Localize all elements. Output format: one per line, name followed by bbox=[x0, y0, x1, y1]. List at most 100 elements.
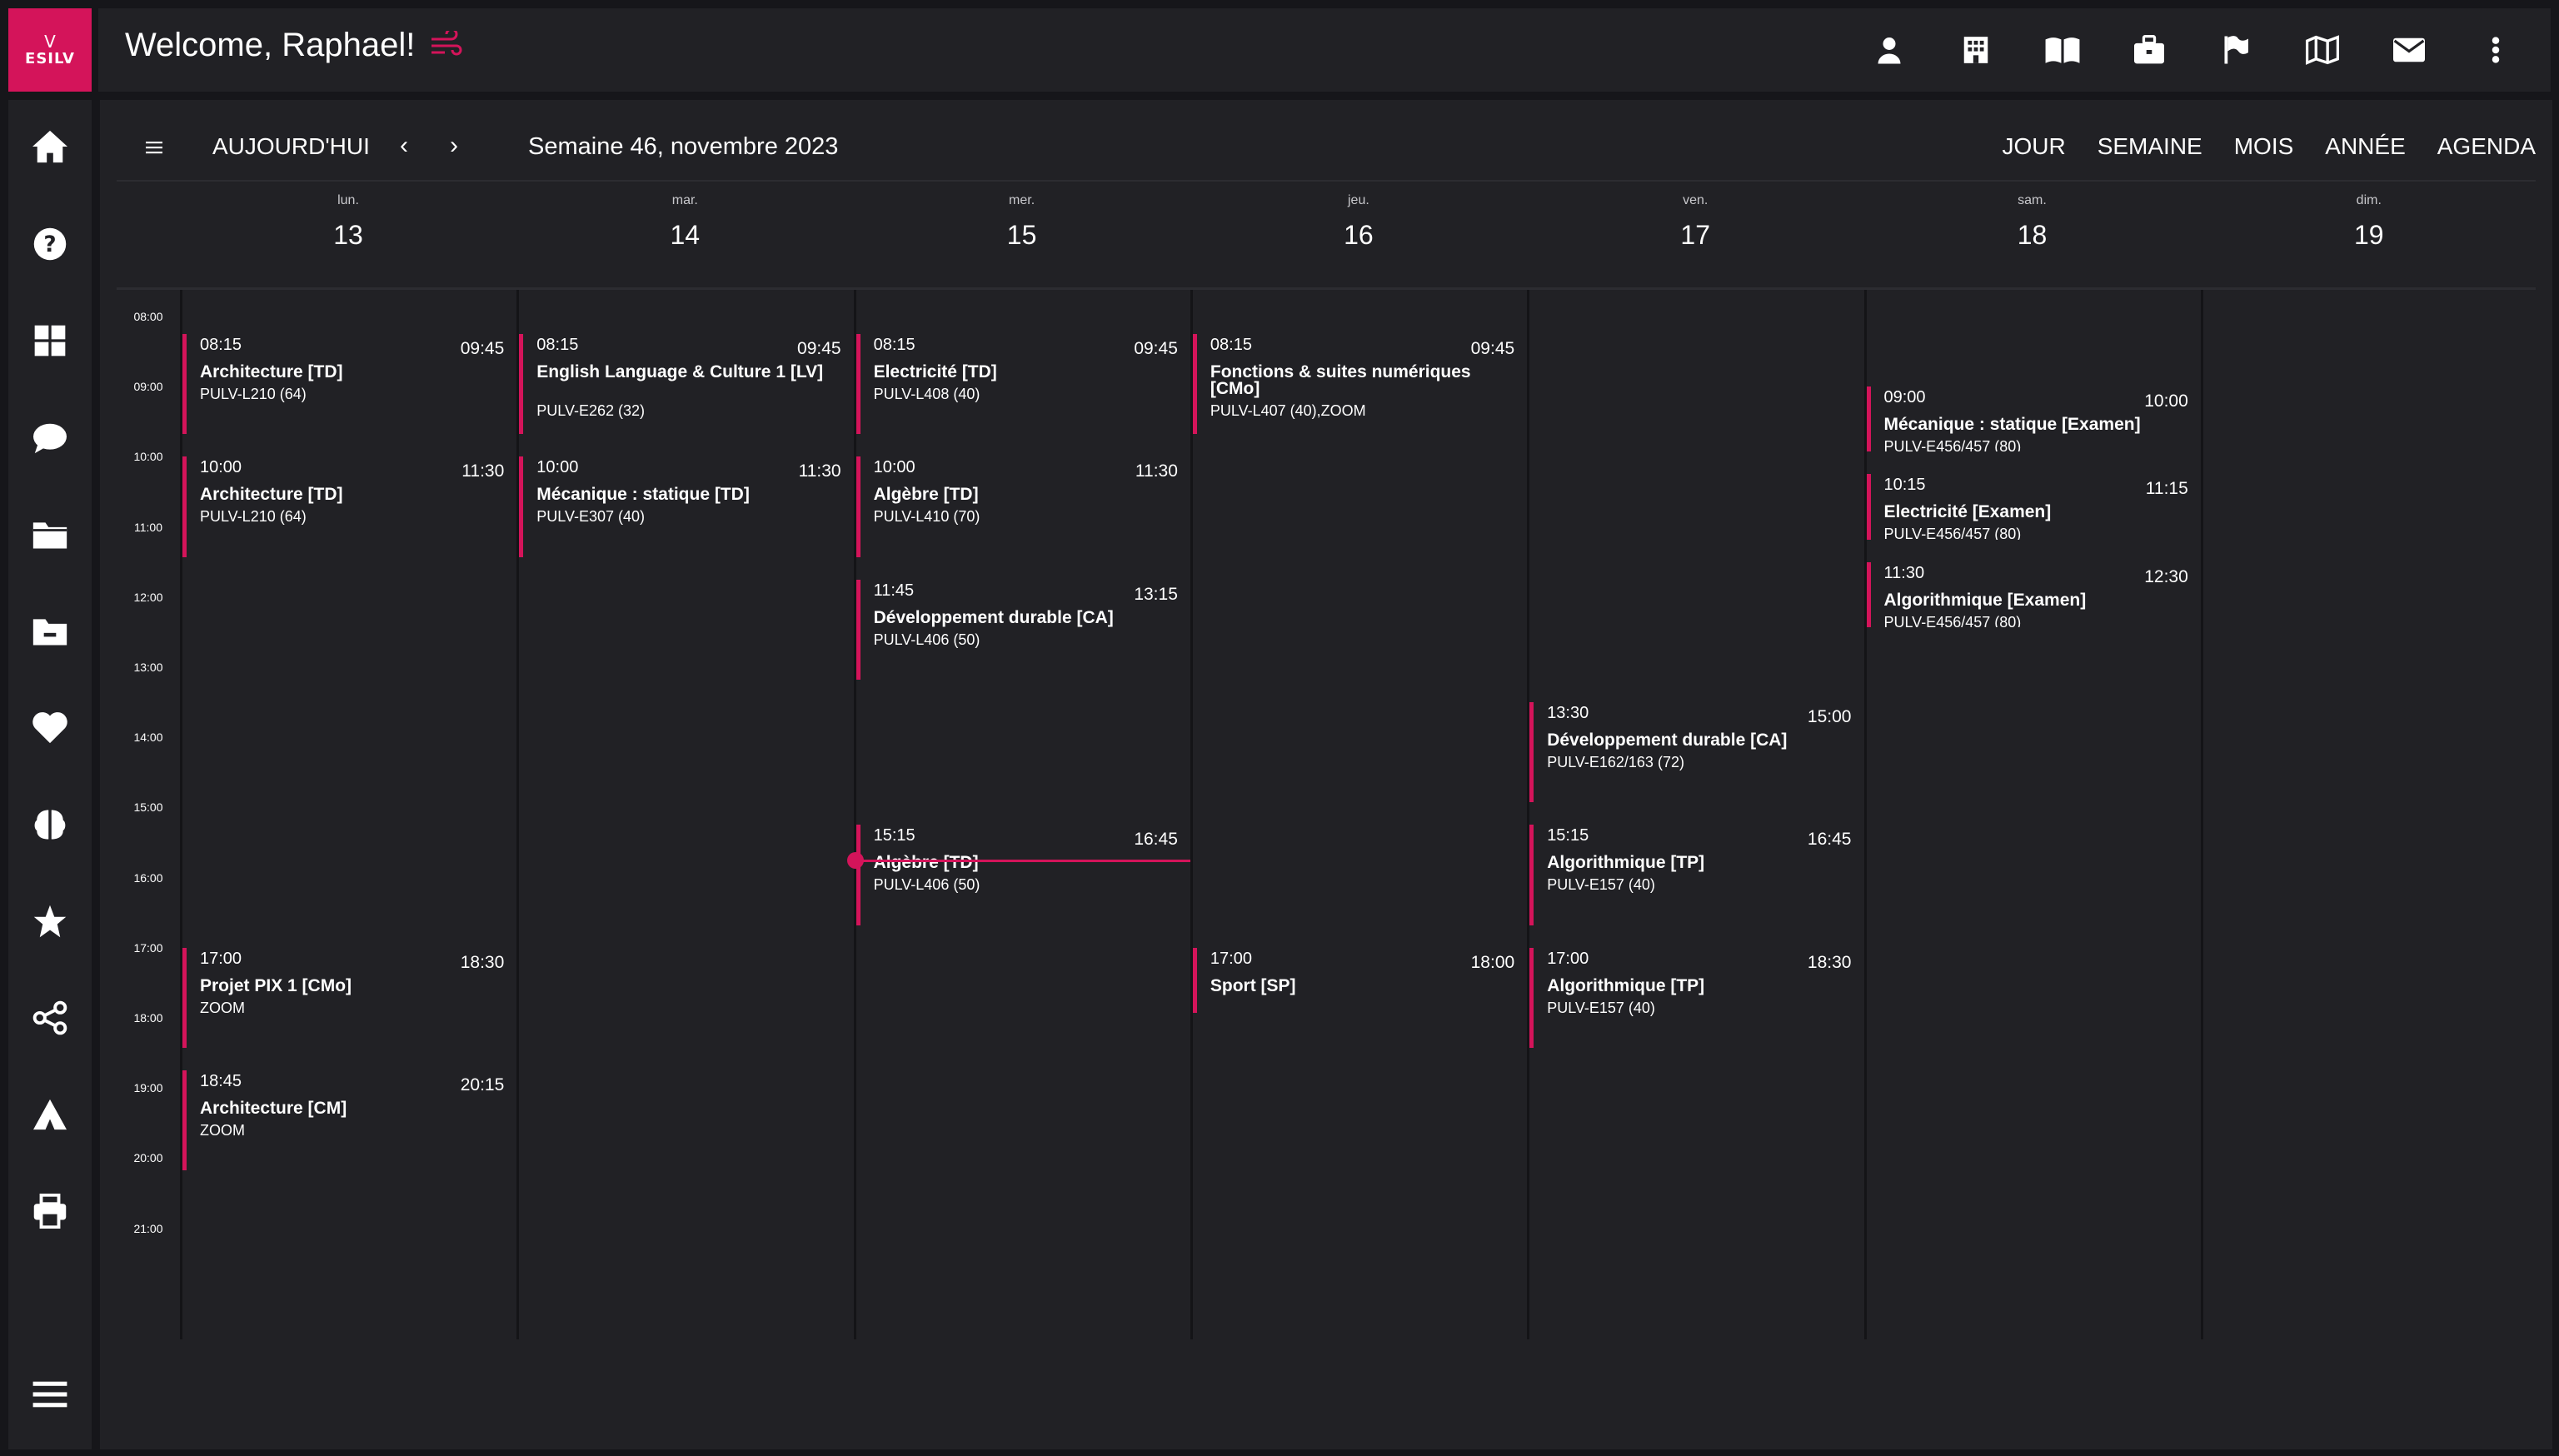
view-agenda-button[interactable]: AGENDA bbox=[2437, 133, 2536, 160]
day-header[interactable]: lun. 13 bbox=[180, 182, 516, 290]
day-header[interactable]: mer. 15 bbox=[854, 182, 1190, 290]
calendar-event[interactable]: 18:45 20:15 Architecture [CM] ZOOM bbox=[182, 1070, 512, 1171]
map-icon[interactable] bbox=[2279, 27, 2366, 73]
folder-icon[interactable] bbox=[8, 501, 92, 568]
day-number[interactable]: 19 bbox=[2201, 220, 2537, 251]
home-icon[interactable] bbox=[8, 113, 92, 180]
day-header[interactable]: ven. 17 bbox=[1527, 182, 1863, 290]
calendar-event[interactable]: 08:15 09:45 English Language & Culture 1 [… bbox=[519, 334, 849, 435]
calendar-event[interactable]: 13:30 15:00 Développement durable [CA] PULV… bbox=[1529, 702, 1859, 803]
day-header[interactable]: dim. 19 bbox=[2201, 182, 2537, 290]
view-week-button[interactable]: SEMAINE bbox=[2098, 133, 2202, 160]
welcome-message: Welcome, Raphael! bbox=[125, 27, 463, 64]
column-divider bbox=[1190, 290, 1193, 1339]
mail-icon[interactable] bbox=[2366, 27, 2452, 73]
view-year-button[interactable]: ANNÉE bbox=[2325, 133, 2405, 160]
more-vertical-icon[interactable] bbox=[2452, 27, 2539, 73]
calendar-event[interactable]: 15:15 16:45 Algèbre [TD] PULV-L406 (50) bbox=[855, 825, 1186, 925]
event-title: Fonctions & suites numériques [CMo] bbox=[1210, 362, 1471, 399]
book-icon[interactable] bbox=[2019, 27, 2106, 73]
welcome-text: Welcome, Raphael! bbox=[125, 27, 416, 63]
day-number[interactable]: 15 bbox=[854, 220, 1190, 251]
star-icon[interactable] bbox=[8, 888, 92, 955]
column-divider bbox=[853, 290, 856, 1339]
event-end-time: 16:45 bbox=[1807, 830, 1852, 850]
calendar-toolbar: AUJOURD'HUI ‹ › Semaine 46, novembre 202… bbox=[117, 117, 2536, 182]
hamburger-icon[interactable] bbox=[142, 135, 167, 160]
event-start-time: 08:15 bbox=[536, 336, 579, 355]
calendar-event[interactable]: 10:15 11:15 Electricité [Examen] PULV-E456/… bbox=[1866, 474, 2197, 540]
event-room: PULV-E307 (40) bbox=[536, 508, 646, 526]
hour-label: 21:00 bbox=[133, 1221, 163, 1235]
view-month-button[interactable]: MOIS bbox=[2234, 133, 2294, 160]
day-number[interactable]: 14 bbox=[516, 220, 853, 251]
help-icon[interactable]: ? bbox=[8, 211, 92, 277]
calendar-panel: AUJOURD'HUI ‹ › Semaine 46, novembre 202… bbox=[100, 100, 2552, 1449]
event-end-time: 09:45 bbox=[1470, 339, 1515, 359]
view-day-button[interactable]: JOUR bbox=[2002, 133, 2065, 160]
calendar-event[interactable]: 10:00 11:30 Algèbre [TD] PULV-L410 (70) bbox=[855, 456, 1186, 557]
day-header[interactable]: jeu. 16 bbox=[1190, 182, 1527, 290]
hour-label: 18:00 bbox=[133, 1011, 163, 1025]
flag-icon[interactable] bbox=[2192, 27, 2279, 73]
hour-label: 19:00 bbox=[133, 1081, 163, 1095]
event-start-time: 17:00 bbox=[1547, 949, 1589, 968]
view-switcher: JOUR SEMAINE MOIS ANNÉE AGENDA bbox=[2002, 133, 2536, 160]
top-bar: V ESILV Welcome, Raphael! bbox=[0, 0, 2559, 98]
calendar-event[interactable]: 09:00 10:00 Mécanique : statique [Examen] P… bbox=[1866, 386, 2197, 452]
event-title: Architecture [CM] bbox=[200, 1099, 347, 1119]
briefcase-icon[interactable] bbox=[2106, 27, 2192, 73]
calendar-event[interactable]: 17:00 18:30 Algorithmique [TP] PULV-E157 (4… bbox=[1529, 947, 1859, 1049]
hour-label: 08:00 bbox=[133, 310, 163, 323]
wind-icon bbox=[430, 30, 463, 61]
brain-icon[interactable] bbox=[8, 791, 92, 858]
day-name: jeu. bbox=[1347, 193, 1369, 207]
event-end-time: 18:30 bbox=[460, 952, 505, 972]
event-start-time: 11:45 bbox=[873, 581, 915, 600]
event-room: PULV-E456/457 (80) bbox=[1883, 526, 2022, 540]
chevron-left-icon[interactable]: ‹ bbox=[400, 132, 408, 160]
day-header[interactable]: sam. 18 bbox=[1864, 182, 2201, 290]
building-icon[interactable] bbox=[1933, 27, 2019, 73]
event-title: Architecture [TD] bbox=[200, 362, 343, 382]
camp-icon[interactable] bbox=[8, 1081, 92, 1148]
sidebar: ? bbox=[8, 100, 92, 1449]
chevron-right-icon[interactable]: › bbox=[450, 132, 458, 160]
calendar-event[interactable]: 11:30 12:30 Algorithmique [Examen] PULV-E45… bbox=[1866, 561, 2197, 627]
user-icon[interactable] bbox=[1846, 27, 1933, 73]
event-end-time: 11:30 bbox=[1135, 461, 1178, 481]
calendar-event[interactable]: 10:00 11:30 Architecture [TD] PULV-L210 (64… bbox=[182, 456, 512, 557]
print-icon[interactable] bbox=[8, 1178, 92, 1244]
event-start-time: 10:00 bbox=[873, 458, 915, 477]
chat-icon[interactable] bbox=[8, 405, 92, 471]
dashboard-icon[interactable] bbox=[8, 307, 92, 374]
calendar-event[interactable]: 17:00 18:00 Sport [SP] bbox=[1192, 947, 1523, 1013]
column-divider bbox=[2200, 290, 2203, 1339]
hour-label: 12:00 bbox=[133, 590, 163, 604]
menu-icon[interactable] bbox=[8, 1361, 92, 1428]
calendar-event[interactable]: 17:00 18:30 Projet PIX 1 [CMo] ZOOM bbox=[182, 947, 512, 1049]
folder-minus-icon[interactable] bbox=[8, 598, 92, 665]
event-start-time: 08:15 bbox=[873, 336, 915, 355]
event-room: PULV-E157 (40) bbox=[1547, 999, 1655, 1016]
calendar-event[interactable]: 08:15 09:45 Electricité [TD] PULV-L408 (40) bbox=[855, 334, 1186, 435]
calendar-event[interactable]: 08:15 09:45 Fonctions & suites numériques … bbox=[1192, 334, 1523, 435]
current-time-line bbox=[853, 859, 1190, 862]
event-end-time: 13:15 bbox=[1134, 584, 1178, 604]
day-number[interactable]: 17 bbox=[1527, 220, 1863, 251]
share-icon[interactable] bbox=[8, 985, 92, 1051]
event-start-time: 15:15 bbox=[873, 826, 915, 845]
day-number[interactable]: 18 bbox=[1864, 220, 2201, 251]
today-button[interactable]: AUJOURD'HUI bbox=[212, 133, 370, 160]
calendar-event[interactable]: 08:15 09:45 Architecture [TD] PULV-L210 (64… bbox=[182, 334, 512, 435]
calendar-event[interactable]: 10:00 11:30 Mécanique : statique [TD] PULV-… bbox=[519, 456, 849, 557]
calendar-event[interactable]: 15:15 16:45 Algorithmique [TP] PULV-E157 (4… bbox=[1529, 825, 1859, 925]
day-name: mar. bbox=[671, 193, 698, 207]
heart-icon[interactable] bbox=[8, 695, 92, 761]
esilv-logo[interactable]: V ESILV bbox=[8, 8, 92, 92]
day-header[interactable]: mar. 14 bbox=[516, 182, 853, 290]
day-number[interactable]: 16 bbox=[1190, 220, 1527, 251]
day-number[interactable]: 13 bbox=[180, 220, 516, 251]
event-start-time: 10:00 bbox=[200, 458, 242, 477]
calendar-event[interactable]: 11:45 13:15 Développement durable [CA] PULV… bbox=[855, 579, 1186, 681]
